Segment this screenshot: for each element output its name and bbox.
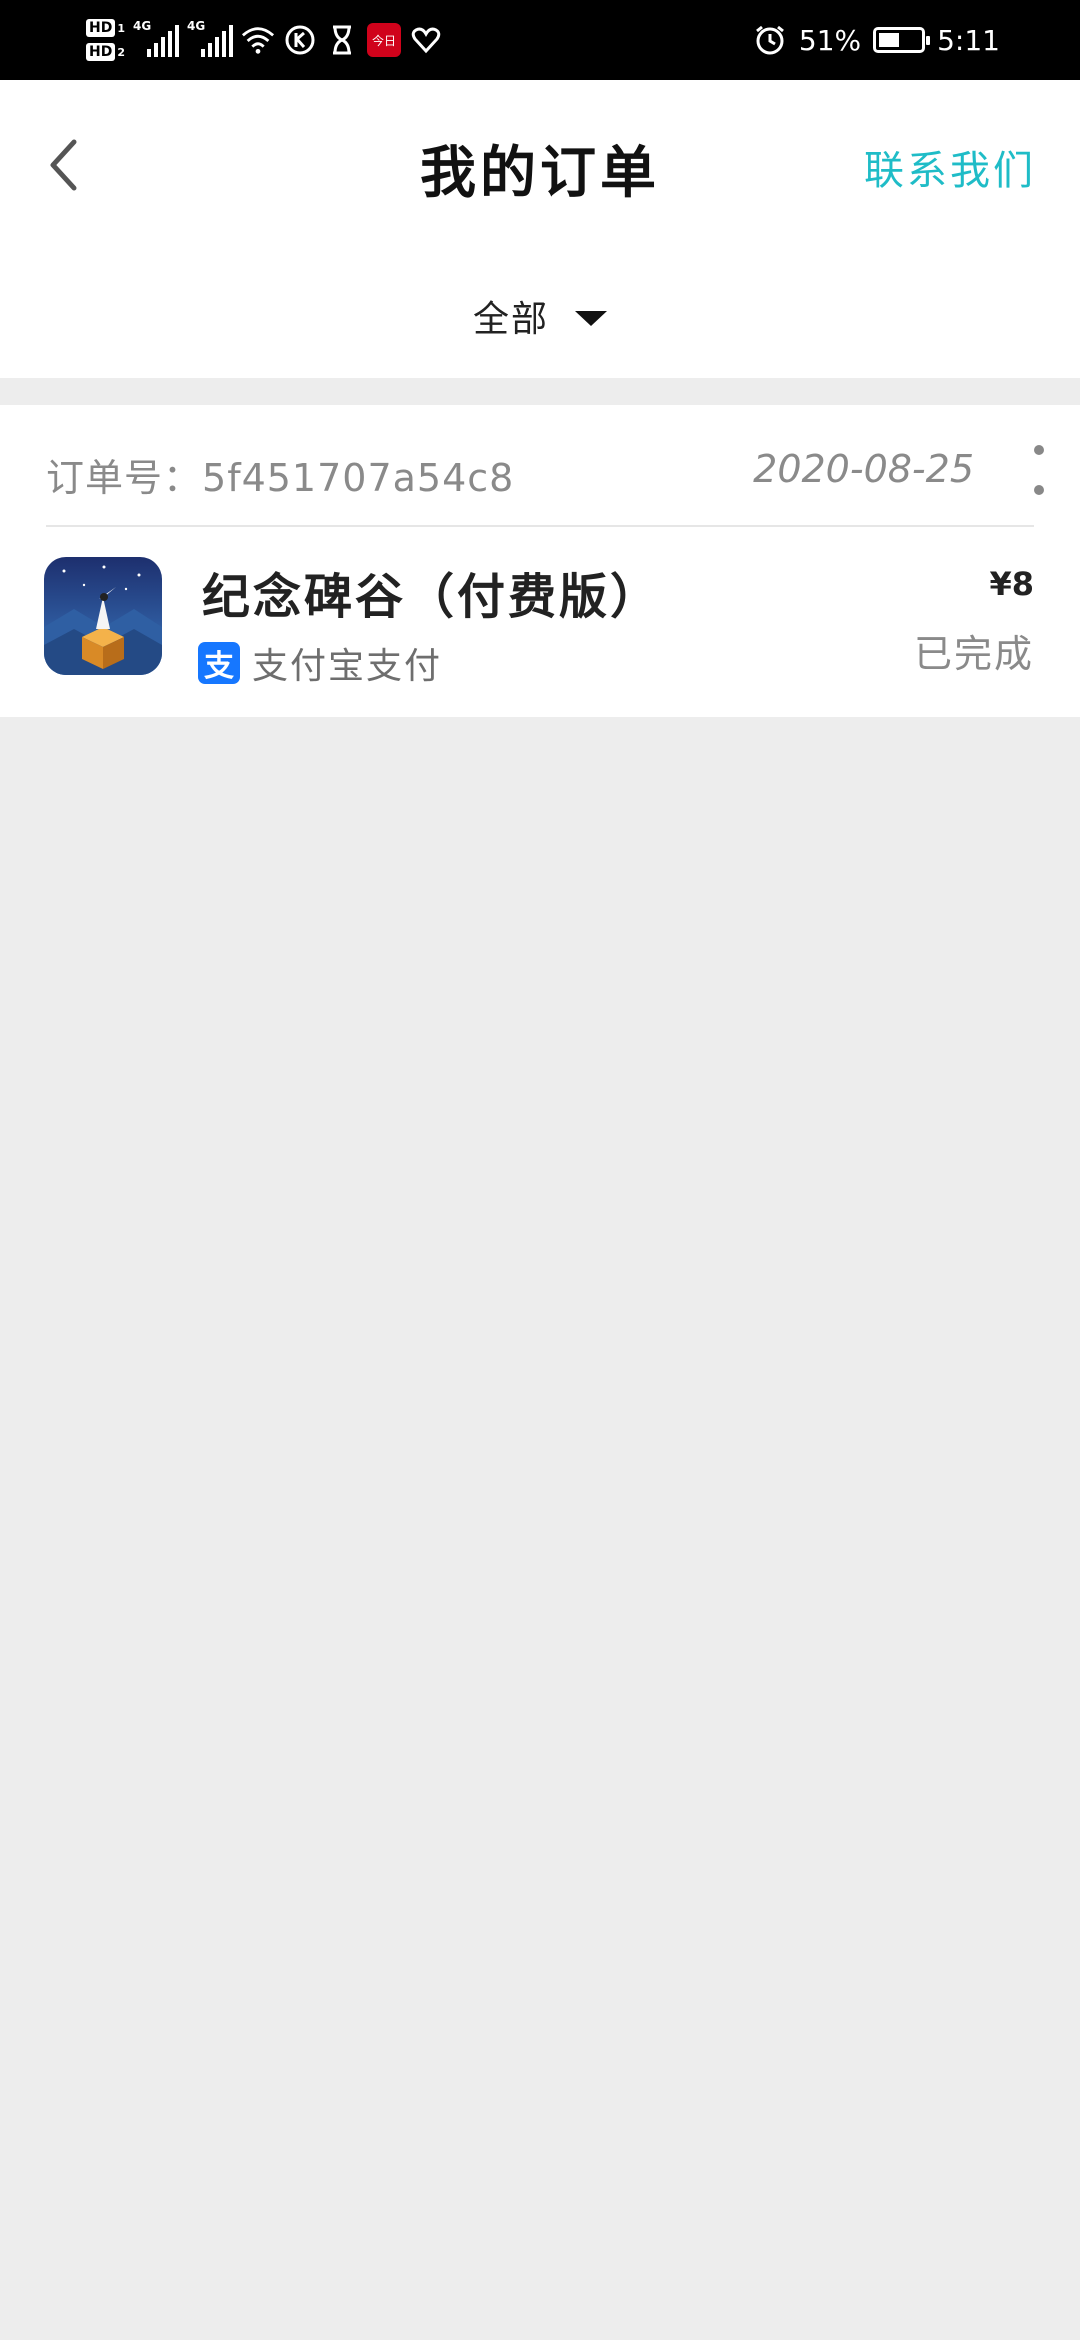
heart-icon	[409, 23, 443, 57]
order-number-label: 订单号：	[46, 456, 203, 500]
k-circle-icon	[283, 23, 317, 57]
order-filter-dropdown[interactable]: 全部	[0, 290, 1080, 342]
signal-icon-2: 4G	[187, 19, 233, 57]
hd-badge-1: HD	[86, 19, 116, 37]
status-left-icons: HD 1 HD 2 4G 4G 今日	[86, 10, 443, 70]
battery-percent: 51%	[798, 23, 862, 57]
network-type-1: 4G	[133, 19, 152, 33]
more-options-button[interactable]	[1024, 445, 1054, 495]
red-app-icon: 今日	[367, 23, 401, 57]
filter-label: 全部	[472, 299, 549, 340]
more-dot-icon	[1034, 445, 1044, 455]
order-price: ¥8	[989, 565, 1034, 603]
alipay-icon: 支	[198, 642, 240, 684]
divider	[46, 525, 1034, 527]
order-status: 已完成	[913, 632, 1034, 676]
contact-us-link[interactable]: 联系我们	[864, 138, 1036, 196]
hd-sub-1: 1	[117, 22, 125, 35]
hd-badge-2: HD	[86, 43, 116, 61]
more-dot-icon	[1034, 485, 1044, 495]
hd-indicators: HD 1 HD 2	[86, 18, 125, 62]
order-date: 2020-08-25	[753, 447, 974, 491]
hd-sub-2: 2	[117, 46, 125, 59]
alarm-icon	[753, 23, 787, 57]
caret-down-icon	[575, 310, 607, 326]
status-bar: HD 1 HD 2 4G 4G 今日 51% 5:11	[0, 0, 1080, 80]
clock: 5:11	[937, 23, 1000, 57]
payment-method-row: 支 支付宝支付	[198, 637, 442, 689]
network-type-2: 4G	[187, 19, 206, 33]
order-card[interactable]: 订单号：5f451707a54c8 2020-08-25 纪念碑谷（付费版） 支…	[0, 405, 1080, 717]
battery-icon	[873, 27, 931, 53]
order-number: 订单号：5f451707a54c8	[46, 447, 514, 502]
order-number-value: 5f451707a54c8	[202, 456, 515, 500]
signal-icon-1: 4G	[133, 19, 179, 57]
battery-fill	[879, 33, 900, 47]
monument-valley-app-icon	[44, 557, 162, 675]
header: 我的订单 联系我们 全部	[0, 80, 1080, 378]
hourglass-icon	[325, 23, 359, 57]
payment-method: 支付宝支付	[252, 646, 443, 687]
wifi-icon	[241, 23, 275, 57]
product-name: 纪念碑谷（付费版）	[202, 569, 662, 625]
status-right-icons: 51% 5:11	[753, 10, 1000, 70]
